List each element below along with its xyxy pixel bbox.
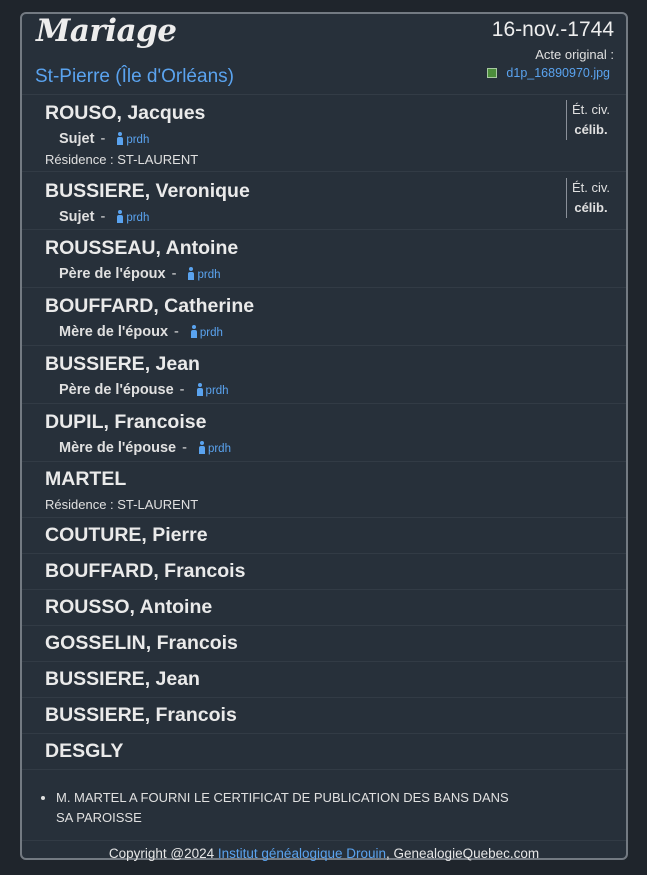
prdh-label: prdh	[126, 134, 150, 146]
person-row: ROUSO, Jacques Sujet - prdh Résidence : S…	[22, 94, 626, 172]
person-icon	[196, 383, 203, 396]
person-name: BOUFFARD, Francois	[45, 560, 246, 582]
notes-list: M. MARTEL A FOURNI LE CERTIFICAT DE PUBL…	[22, 788, 516, 828]
record-header: Mariage St-Pierre (Île d'Orléans) 16-nov…	[22, 13, 626, 95]
person-role: Mère de l'époux - prdh	[59, 324, 223, 340]
prdh-label: prdh	[207, 443, 231, 455]
acte-original-label: Acte original :	[535, 47, 614, 62]
person-icon	[117, 132, 124, 145]
person-icon	[117, 210, 124, 223]
prdh-link[interactable]: prdh	[196, 382, 229, 398]
person-name: ROUSO, Jacques	[45, 102, 206, 124]
person-name: BOUFFARD, Catherine	[45, 295, 255, 317]
person-icon	[190, 325, 197, 338]
role-label: Père de l'épouse	[59, 382, 174, 398]
person-row: COUTURE, Pierre	[22, 518, 626, 554]
person-role: Père de l'épouse - prdh	[59, 382, 229, 398]
person-row: GOSSELIN, Francois	[22, 626, 626, 662]
person-row: BUSSIERE, Veronique Sujet - prdh Ét. civ.…	[22, 172, 626, 230]
role-label: Mère de l'époux	[59, 324, 169, 340]
person-row: BUSSIERE, Jean	[22, 662, 626, 698]
person-name: MARTEL	[45, 468, 127, 490]
record-type-title: Mariage	[36, 13, 177, 49]
person-name: BUSSIERE, Jean	[45, 668, 200, 690]
acte-original-link[interactable]: d1p_16890970.jpg	[487, 66, 610, 80]
person-row: BOUFFARD, Catherine Mère de l'époux - prd…	[22, 288, 626, 346]
prdh-link[interactable]: prdh	[198, 440, 231, 456]
person-row: BOUFFARD, Francois	[22, 554, 626, 590]
civil-status: Ét. civ. célib.	[565, 178, 610, 218]
person-name: BUSSIERE, Jean	[45, 353, 200, 375]
civil-status: Ét. civ. célib.	[565, 100, 610, 140]
person-name: GOSSELIN, Francois	[45, 632, 238, 654]
prdh-link[interactable]: prdh	[190, 324, 223, 340]
person-name: COUTURE, Pierre	[45, 524, 208, 546]
residence: Résidence : ST-LAURENT	[45, 497, 199, 512]
prdh-label: prdh	[199, 327, 223, 339]
person-role: Père de l'époux - prdh	[59, 266, 221, 282]
civil-status-value: célib.	[574, 200, 608, 215]
person-row: ROUSSEAU, Antoine Père de l'époux - prdh	[22, 230, 626, 288]
role-label: Sujet	[59, 131, 95, 147]
person-row: DESGLY	[22, 734, 626, 770]
person-name: ROUSSEAU, Antoine	[45, 237, 239, 259]
footer: Copyright @2024 Institut généalogique Dr…	[22, 846, 626, 861]
acte-file-name: d1p_16890970.jpg	[506, 66, 610, 80]
prdh-link[interactable]: prdh	[117, 209, 149, 225]
civil-status-value: célib.	[574, 122, 608, 137]
role-label: Père de l'époux	[59, 266, 166, 282]
person-icon	[188, 267, 195, 280]
person-row: MARTEL Résidence : ST-LAURENT	[22, 462, 626, 518]
prdh-link[interactable]: prdh	[117, 131, 149, 147]
person-name: DUPIL, Francoise	[45, 411, 207, 433]
prdh-label: prdh	[205, 385, 229, 397]
prdh-label: prdh	[197, 269, 221, 281]
civil-status-label: Ét. civ.	[571, 102, 610, 117]
image-file-icon	[487, 68, 498, 78]
prdh-label: prdh	[126, 212, 150, 224]
person-row: BUSSIERE, Francois	[22, 698, 626, 734]
footer-suffix: , GenealogieQuebec.com	[386, 846, 540, 861]
person-name: DESGLY	[45, 740, 124, 762]
person-row: DUPIL, Francoise Mère de l'épouse - prdh	[22, 404, 626, 462]
person-name: BUSSIERE, Veronique	[45, 180, 250, 202]
role-label: Mère de l'épouse	[59, 440, 177, 456]
person-role: Sujet - prdh	[59, 131, 150, 147]
notes-section: M. MARTEL A FOURNI LE CERTIFICAT DE PUBL…	[22, 776, 626, 841]
person-name: ROUSSO, Antoine	[45, 596, 213, 618]
person-row: BUSSIERE, Jean Père de l'épouse - prdh	[22, 346, 626, 404]
prdh-link[interactable]: prdh	[188, 266, 221, 282]
residence: Résidence : ST-LAURENT	[45, 152, 199, 167]
person-name: BUSSIERE, Francois	[45, 704, 237, 726]
person-role: Sujet - prdh	[59, 209, 150, 225]
role-label: Sujet	[59, 209, 95, 225]
copyright-text: Copyright @2024	[108, 846, 218, 861]
person-role: Mère de l'épouse - prdh	[59, 440, 231, 456]
record-card: Mariage St-Pierre (Île d'Orléans) 16-nov…	[20, 12, 628, 861]
drouin-link[interactable]: Institut généalogique Drouin	[218, 846, 386, 861]
person-icon	[198, 441, 205, 454]
person-row: ROUSSO, Antoine	[22, 590, 626, 626]
parish-link[interactable]: St-Pierre (Île d'Orléans)	[35, 66, 234, 88]
note-item: M. MARTEL A FOURNI LE CERTIFICAT DE PUBL…	[56, 788, 516, 828]
record-date: 16-nov.-1744	[491, 18, 614, 41]
civil-status-label: Ét. civ.	[571, 180, 610, 195]
